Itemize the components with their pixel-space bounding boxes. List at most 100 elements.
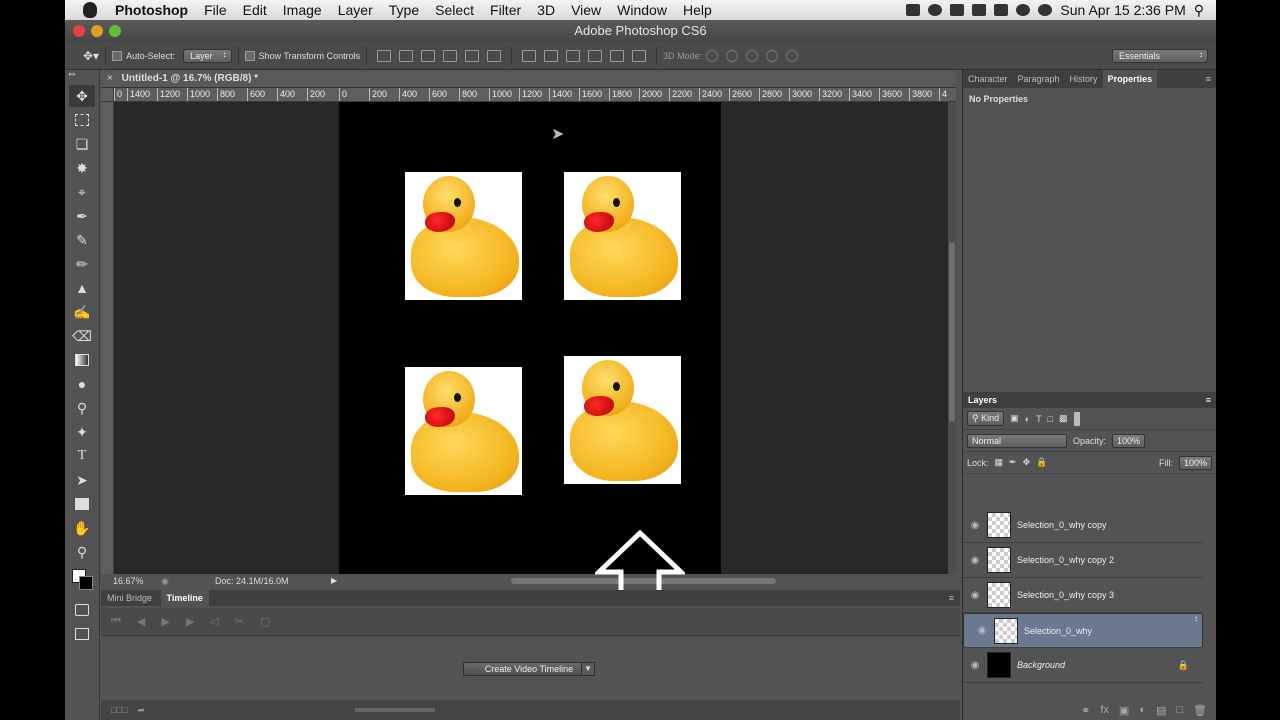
layers-panel-menu-icon[interactable]: ≡: [1206, 392, 1216, 408]
new-group-icon[interactable]: ▤: [1156, 704, 1166, 717]
opacity-field[interactable]: 100%: [1112, 433, 1146, 448]
layer-name[interactable]: Selection_0_why copy 3: [1017, 590, 1114, 600]
3d-drag-icon[interactable]: [746, 49, 759, 62]
create-video-timeline-button[interactable]: Create Video Timeline: [463, 662, 595, 676]
brightness-icon[interactable]: [928, 4, 943, 16]
spotlight-search-icon[interactable]: ⚲: [1194, 2, 1204, 19]
marquee-tool-icon[interactable]: [69, 109, 95, 131]
show-transform-controls-checkbox[interactable]: [244, 50, 255, 61]
filter-adjustment-icon[interactable]: ◐: [1025, 414, 1030, 424]
vertical-scrollbar[interactable]: [948, 102, 956, 574]
align-left-icon[interactable]: [443, 49, 458, 62]
document-tab[interactable]: × Untitled-1 @ 16.7% (RGB/8) *: [101, 70, 956, 88]
phone-icon[interactable]: [994, 4, 1009, 16]
layer-row[interactable]: ◉ Selection_0_why copy 2: [963, 543, 1203, 578]
eyedropper-tool-icon[interactable]: ✒: [69, 205, 95, 227]
menu-3d[interactable]: 3D: [529, 2, 563, 18]
delete-layer-icon[interactable]: 🗑: [1193, 704, 1207, 717]
lock-transparent-icon[interactable]: ▦: [995, 457, 1004, 468]
convert-frame-icon[interactable]: □□□: [111, 705, 127, 715]
close-document-icon[interactable]: ×: [107, 73, 113, 84]
tab-timeline[interactable]: Timeline: [160, 590, 209, 606]
align-vcenter-icon[interactable]: [399, 49, 414, 62]
align-hcenter-icon[interactable]: [465, 49, 480, 62]
layer-style-icon[interactable]: fx: [1100, 704, 1109, 716]
menu-select[interactable]: Select: [427, 2, 482, 18]
split-icon[interactable]: ✂: [235, 615, 244, 628]
toolbox-collapse-icon[interactable]: ▸▸: [65, 70, 99, 84]
menu-view[interactable]: View: [563, 2, 609, 18]
document-canvas[interactable]: ➤: [339, 102, 721, 574]
align-top-icon[interactable]: [377, 49, 392, 62]
menu-file[interactable]: File: [196, 2, 235, 18]
visibility-eye-icon[interactable]: ◉: [963, 590, 987, 601]
new-adjustment-icon[interactable]: ◐: [1139, 704, 1146, 716]
lock-position-icon[interactable]: ✥: [1023, 457, 1031, 468]
new-layer-icon[interactable]: □: [1176, 704, 1183, 716]
status-menu-arrow-icon[interactable]: ▶: [331, 574, 337, 588]
gradient-tool-icon[interactable]: [69, 349, 95, 371]
panel-menu-icon[interactable]: ≡: [943, 590, 960, 606]
close-window-button[interactable]: [73, 25, 85, 37]
visibility-eye-icon[interactable]: ◉: [970, 625, 994, 636]
hand-tool-icon[interactable]: ✋: [69, 517, 95, 539]
distribute-top-icon[interactable]: [522, 49, 537, 62]
layer-name[interactable]: Selection_0_why copy 2: [1017, 555, 1114, 565]
tab-history[interactable]: History: [1065, 70, 1103, 88]
audio-icon[interactable]: ◁: [210, 615, 218, 628]
screen-mode-icon[interactable]: [69, 623, 95, 645]
go-to-first-frame-icon[interactable]: ⏮: [111, 615, 121, 628]
align-bottom-icon[interactable]: [421, 49, 436, 62]
app-icon[interactable]: [972, 4, 987, 16]
duck-image-copy-3[interactable]: [405, 367, 522, 495]
lasso-tool-icon[interactable]: ❏: [69, 133, 95, 155]
menu-help[interactable]: Help: [675, 2, 720, 18]
play-icon[interactable]: ▶: [161, 615, 169, 628]
tab-properties[interactable]: Properties: [1102, 70, 1158, 88]
layer-name[interactable]: Background: [1017, 660, 1065, 670]
duck-image-original[interactable]: [564, 356, 681, 484]
sync-icon[interactable]: [1016, 4, 1031, 16]
duck-image-copy[interactable]: [405, 172, 522, 300]
quick-selection-tool-icon[interactable]: ✸: [69, 157, 95, 179]
blur-tool-icon[interactable]: ●: [69, 373, 95, 395]
layer-name[interactable]: Selection_0_why: [1024, 626, 1092, 636]
zoom-window-button[interactable]: [109, 25, 121, 37]
pen-tool-icon[interactable]: ✦: [69, 421, 95, 443]
menu-layer[interactable]: Layer: [330, 2, 381, 18]
render-video-icon[interactable]: ➦: [137, 705, 145, 716]
duck-image-copy-2[interactable]: [564, 172, 681, 300]
transition-icon[interactable]: ▢: [260, 615, 270, 628]
next-frame-icon[interactable]: ▶: [186, 615, 194, 628]
visibility-eye-icon[interactable]: ◉: [963, 520, 987, 531]
camera-icon[interactable]: [906, 4, 921, 16]
color-swatches-icon[interactable]: [69, 565, 95, 597]
menu-filter[interactable]: Filter: [482, 2, 529, 18]
horizontal-ruler[interactable]: 0 1400 1200 1000 800 600 400 200 0 200 4…: [114, 88, 956, 102]
dodge-tool-icon[interactable]: ⚲: [69, 397, 95, 419]
distribute-hcenter-icon[interactable]: [610, 49, 625, 62]
menu-edit[interactable]: Edit: [235, 2, 275, 18]
lock-image-icon[interactable]: ✒: [1009, 457, 1017, 468]
fill-field[interactable]: 100%: [1178, 455, 1212, 470]
tab-mini-bridge[interactable]: Mini Bridge: [101, 590, 158, 606]
crop-tool-icon[interactable]: ⌖: [69, 181, 95, 203]
3d-rotate-icon[interactable]: [706, 49, 719, 62]
tab-paragraph[interactable]: Paragraph: [1013, 70, 1065, 88]
type-tool-icon[interactable]: T: [69, 445, 95, 467]
layer-row[interactable]: ◉ Selection_0_why copy 3: [963, 578, 1203, 613]
timeline-zoom-slider[interactable]: [354, 708, 435, 712]
tab-layers[interactable]: Layers: [968, 395, 997, 405]
align-right-icon[interactable]: [487, 49, 502, 62]
filter-shape-icon[interactable]: □: [1048, 414, 1053, 424]
clock[interactable]: Sun Apr 15 2:36 PM: [1060, 2, 1185, 18]
move-tool-preset-icon[interactable]: ✥▾: [83, 49, 99, 63]
menu-window[interactable]: Window: [609, 2, 675, 18]
distribute-left-icon[interactable]: [588, 49, 603, 62]
zoom-tool-icon[interactable]: ⚲: [69, 541, 95, 563]
brush-tool-icon[interactable]: ✏: [69, 253, 95, 275]
menu-app[interactable]: Photoshop: [107, 2, 196, 18]
visibility-eye-icon[interactable]: ◉: [963, 660, 987, 671]
menu-image[interactable]: Image: [275, 2, 330, 18]
history-brush-tool-icon[interactable]: ✍: [69, 301, 95, 323]
